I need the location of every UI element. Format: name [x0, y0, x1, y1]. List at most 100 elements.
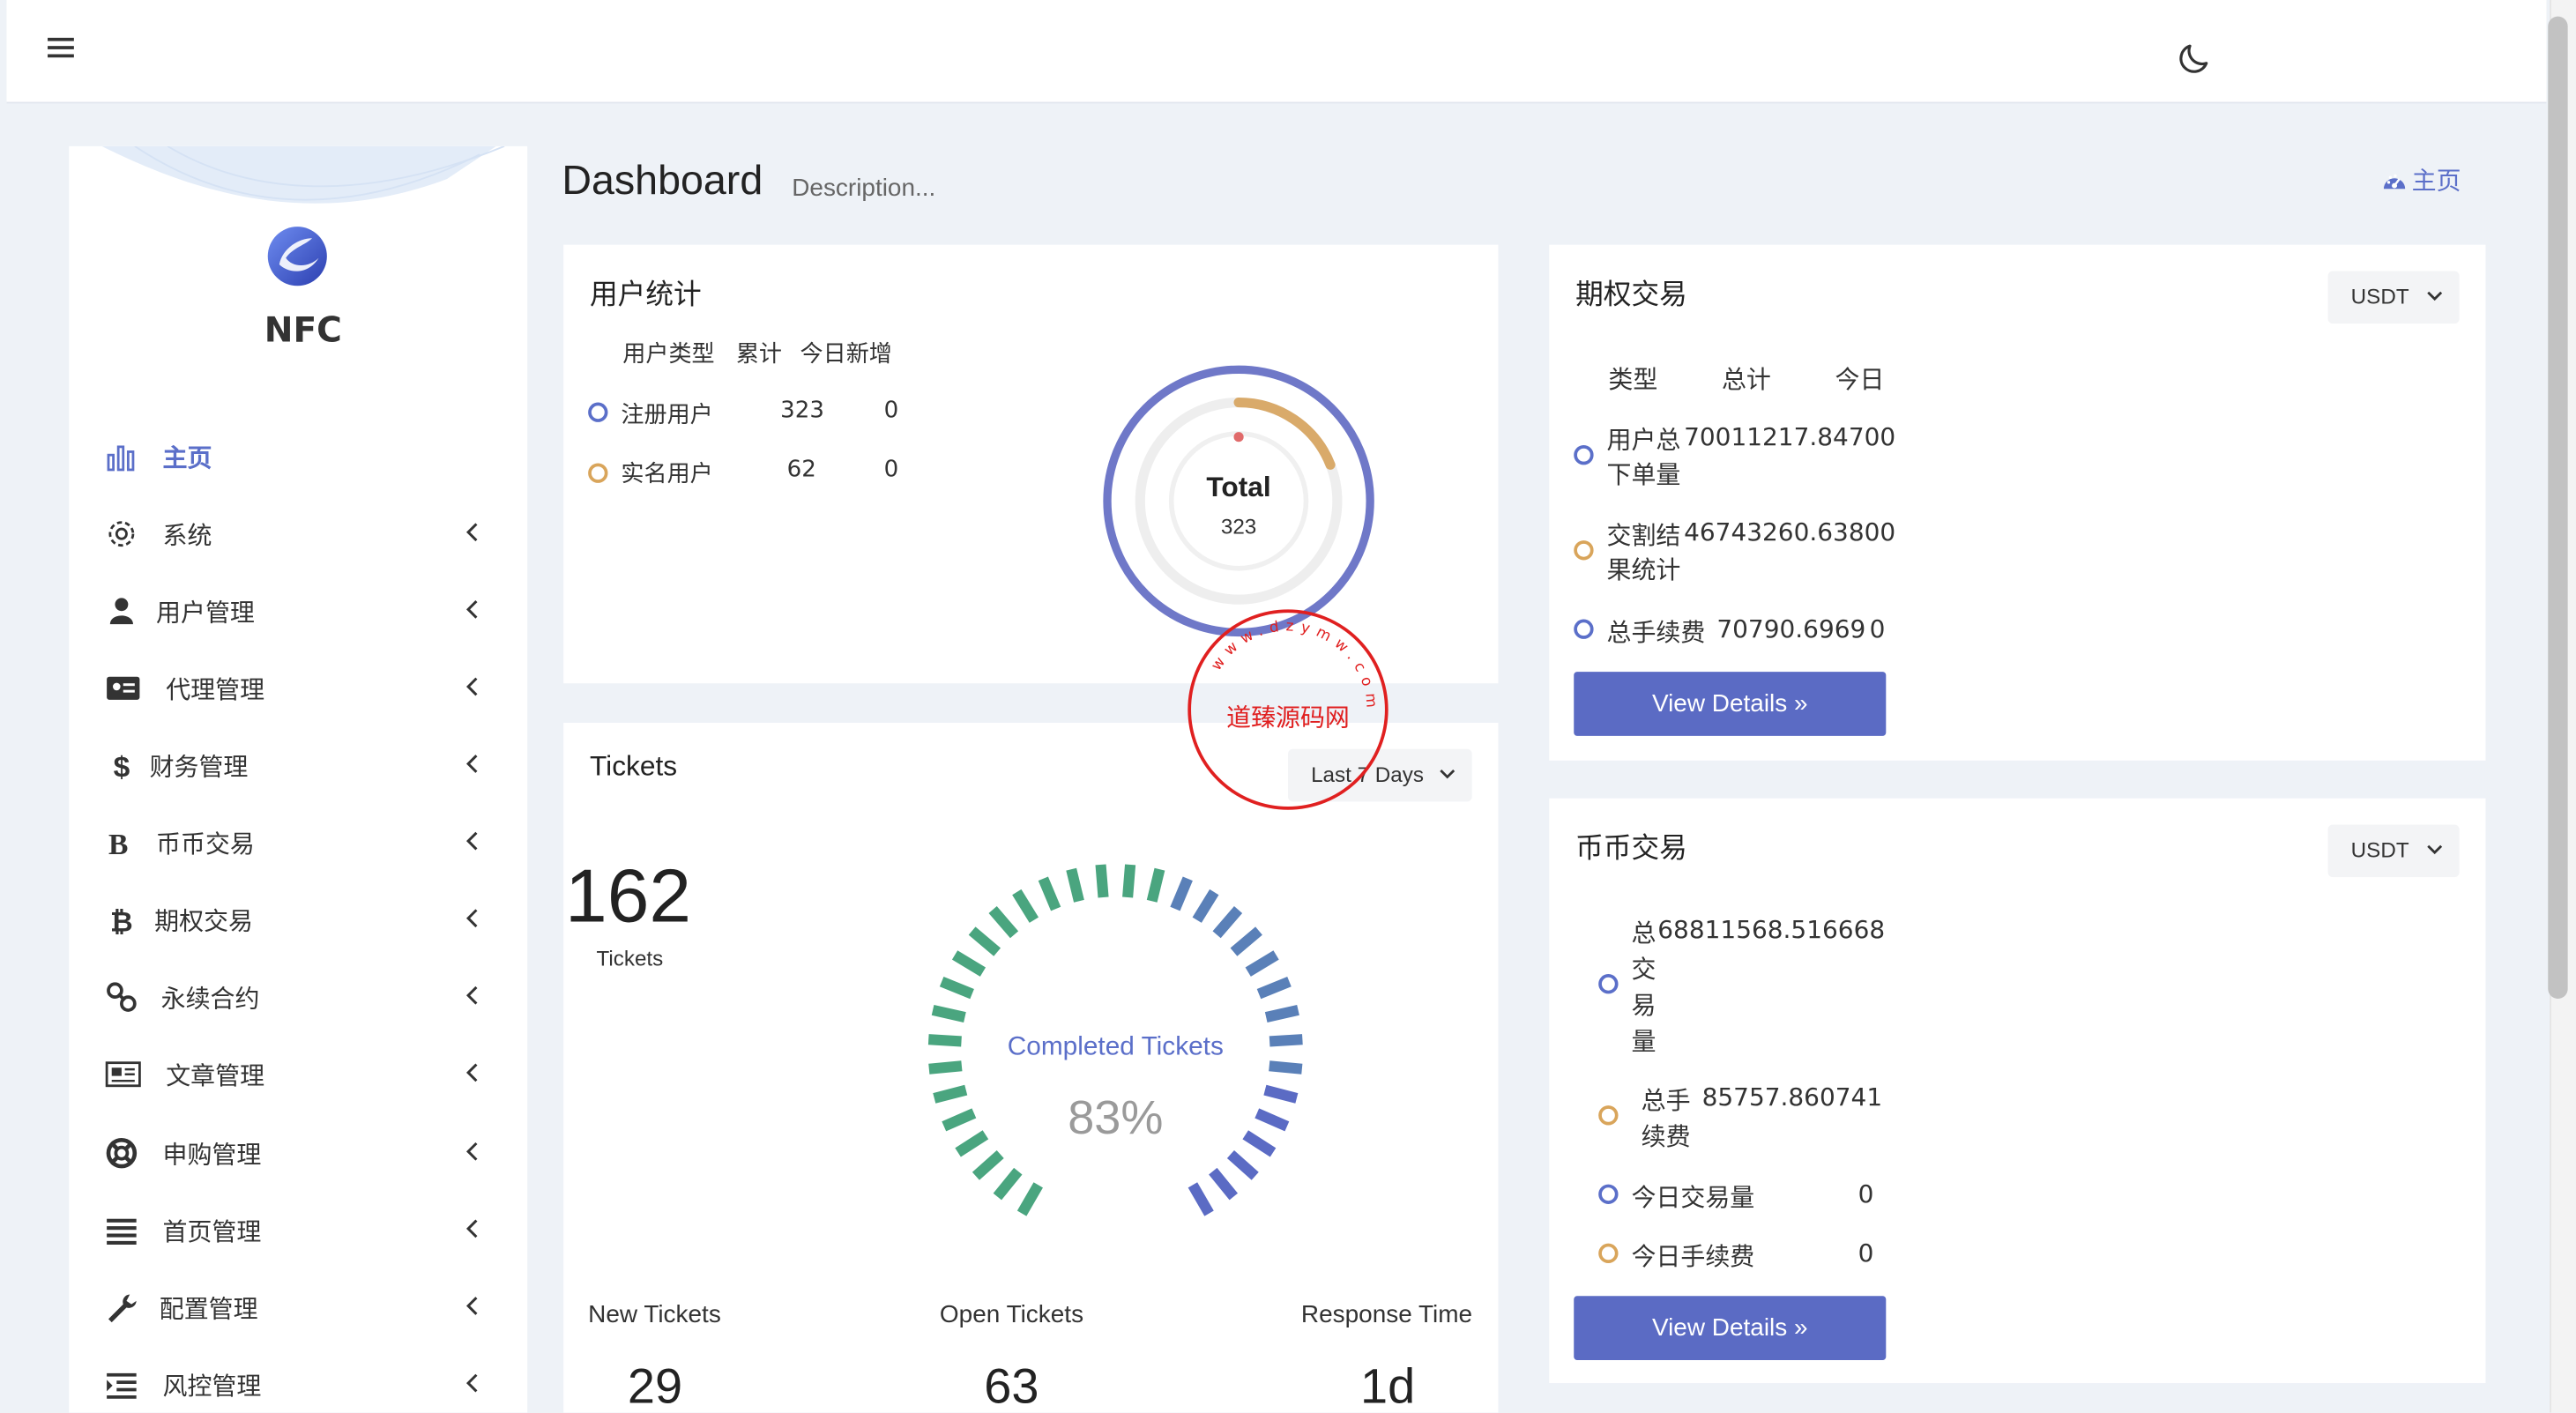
sidebar-item[interactable]: 主页 — [69, 424, 527, 490]
gauge-tick — [1209, 1167, 1239, 1201]
chevron-left-icon — [465, 599, 478, 619]
legend-dot-verified — [588, 463, 608, 483]
options-currency-select[interactable]: USDT — [2327, 271, 2460, 324]
sidebar-item-label: 风控管理 — [162, 1372, 262, 1402]
gauge-tick — [928, 1060, 963, 1075]
sidebar-item[interactable]: 配置管理 — [69, 1275, 527, 1341]
coin-dot-4 — [1598, 1243, 1619, 1264]
sidebar-item[interactable]: 文章管理 — [69, 1041, 527, 1107]
svg-text:$: $ — [114, 751, 130, 782]
coin-view-details-button[interactable]: View Details » — [1574, 1296, 1887, 1360]
options-trading-title: 期权交易 — [1575, 279, 1687, 313]
sidebar-item[interactable]: 永续合约 — [69, 964, 527, 1030]
svg-text:www.dzymw.com: www.dzymw.com — [1207, 616, 1381, 714]
moon-icon[interactable] — [2175, 38, 2215, 78]
indent-list-icon — [107, 1372, 137, 1399]
gauge-tick — [931, 1004, 966, 1023]
gauge-value: 83% — [1068, 1091, 1163, 1144]
options-currency-label: USDT — [2350, 284, 2409, 309]
top-bar — [6, 0, 2547, 104]
sidebar-item-label: 用户管理 — [156, 598, 255, 628]
gauge-tick — [955, 1130, 989, 1157]
gauge-tick — [1095, 864, 1109, 898]
gauge-tick — [993, 1167, 1023, 1201]
gauge-tick — [1038, 876, 1061, 911]
donut-total-value: 323 — [1221, 516, 1256, 539]
tickets-count: 162 — [565, 852, 692, 939]
footer-value-open: 63 — [984, 1359, 1039, 1413]
sidebar-item[interactable]: ₿ 期权交易 — [69, 887, 527, 953]
gauge-tick — [1016, 1182, 1043, 1216]
gauge-tick — [1012, 889, 1039, 923]
options-dot-2 — [1574, 540, 1594, 561]
watermark-center-text: 道臻源码网 — [1226, 703, 1350, 733]
gauge-tick — [1192, 889, 1219, 923]
coin-trading-title: 币币交易 — [1575, 832, 1687, 866]
footer-label-new: New Tickets — [588, 1300, 721, 1329]
gauge-tick — [1170, 876, 1193, 911]
coin-currency-select[interactable]: USDT — [2327, 824, 2460, 878]
home-link-label: 主页 — [2411, 166, 2461, 196]
coin-row3-label: 今日交易量 — [1631, 1182, 1755, 1213]
options-row2-label1: 交割结 — [1606, 520, 1681, 551]
sidebar-item[interactable]: 系统 — [69, 501, 527, 567]
svg-text:₿: ₿ — [110, 907, 133, 937]
chevron-down-icon — [1440, 769, 1456, 779]
double-chevron-right-icon: » — [1794, 1313, 1808, 1342]
chevron-left-icon — [465, 523, 478, 542]
chevron-left-icon — [465, 1063, 478, 1082]
gauge-tick — [1264, 1004, 1299, 1023]
options-row3-today: 0 — [1869, 614, 1886, 644]
nfc-logo-icon — [267, 227, 327, 286]
chevron-left-icon — [465, 755, 478, 773]
coin-row1-char: 交 — [1631, 954, 1657, 985]
gauge-tick — [942, 1108, 977, 1132]
scrollbar-thumb[interactable] — [2548, 16, 2568, 1000]
gauge-tick — [1226, 1149, 1259, 1180]
coin-row1-char: 量 — [1631, 1026, 1657, 1057]
row-type: 注册用户 — [621, 402, 713, 429]
chevron-left-icon — [465, 985, 478, 1005]
gauge-tick — [1269, 1060, 1303, 1075]
breadcrumb-home-link[interactable]: 主页 — [2382, 162, 2461, 197]
footer-label-response: Response Time — [1300, 1300, 1473, 1329]
coin-row2-label2: 续费 — [1641, 1121, 1691, 1152]
completed-tickets-gauge: Completed Tickets 83% — [927, 864, 1303, 1216]
sidebar-item[interactable]: B 币币交易 — [69, 810, 527, 876]
gauge-tick — [1242, 1130, 1277, 1157]
sidebar-item-label: 文章管理 — [166, 1060, 265, 1091]
sidebar-item[interactable]: 首页管理 — [69, 1197, 527, 1263]
id-card-icon — [107, 676, 140, 700]
user-icon — [109, 598, 133, 625]
options-col-total: 总计 — [1721, 364, 1771, 395]
options-view-details-button[interactable]: View Details » — [1574, 672, 1887, 736]
sidebar-item[interactable]: 代理管理 — [69, 656, 527, 722]
newspaper-icon — [105, 1061, 141, 1088]
sidebar-item[interactable]: 风控管理 — [69, 1352, 527, 1413]
coin-row3-value: 0 — [1858, 1179, 1874, 1209]
gauge-tick — [1254, 1108, 1290, 1132]
sidebar-item[interactable]: 申购管理 — [69, 1120, 527, 1186]
coin-row2-value: 85757.860741 — [1701, 1082, 1883, 1112]
gauge-tick — [1230, 926, 1262, 956]
link-icon — [107, 982, 137, 1012]
gauge-label: Completed Tickets — [1008, 1031, 1224, 1060]
options-row2-total: 46743260.63800 — [1684, 517, 1896, 547]
sidebar-item[interactable]: $ 财务管理 — [69, 733, 527, 799]
chevron-left-icon — [465, 677, 478, 696]
chevron-down-icon — [2427, 844, 2443, 855]
options-col-type: 类型 — [1608, 364, 1658, 395]
options-row3-total: 70790.6969 — [1716, 614, 1866, 644]
sidebar-item[interactable]: 用户管理 — [69, 578, 527, 644]
list-icon — [107, 1218, 137, 1245]
watermark-ring-text: www.dzymw.com — [1207, 616, 1375, 714]
row-today: 0 — [883, 457, 899, 483]
options-row1-label1: 用户总 — [1606, 425, 1681, 456]
sidebar-item-label: 永续合约 — [160, 984, 260, 1014]
gauge-tick — [1263, 1084, 1299, 1104]
coin-view-details-label: View Details — [1651, 1313, 1788, 1342]
hamburger-menu-icon[interactable] — [42, 30, 78, 66]
coin-row2-label1: 总手 — [1641, 1085, 1691, 1116]
coin-dot-1 — [1598, 974, 1619, 994]
gauge-tick — [1245, 950, 1279, 977]
